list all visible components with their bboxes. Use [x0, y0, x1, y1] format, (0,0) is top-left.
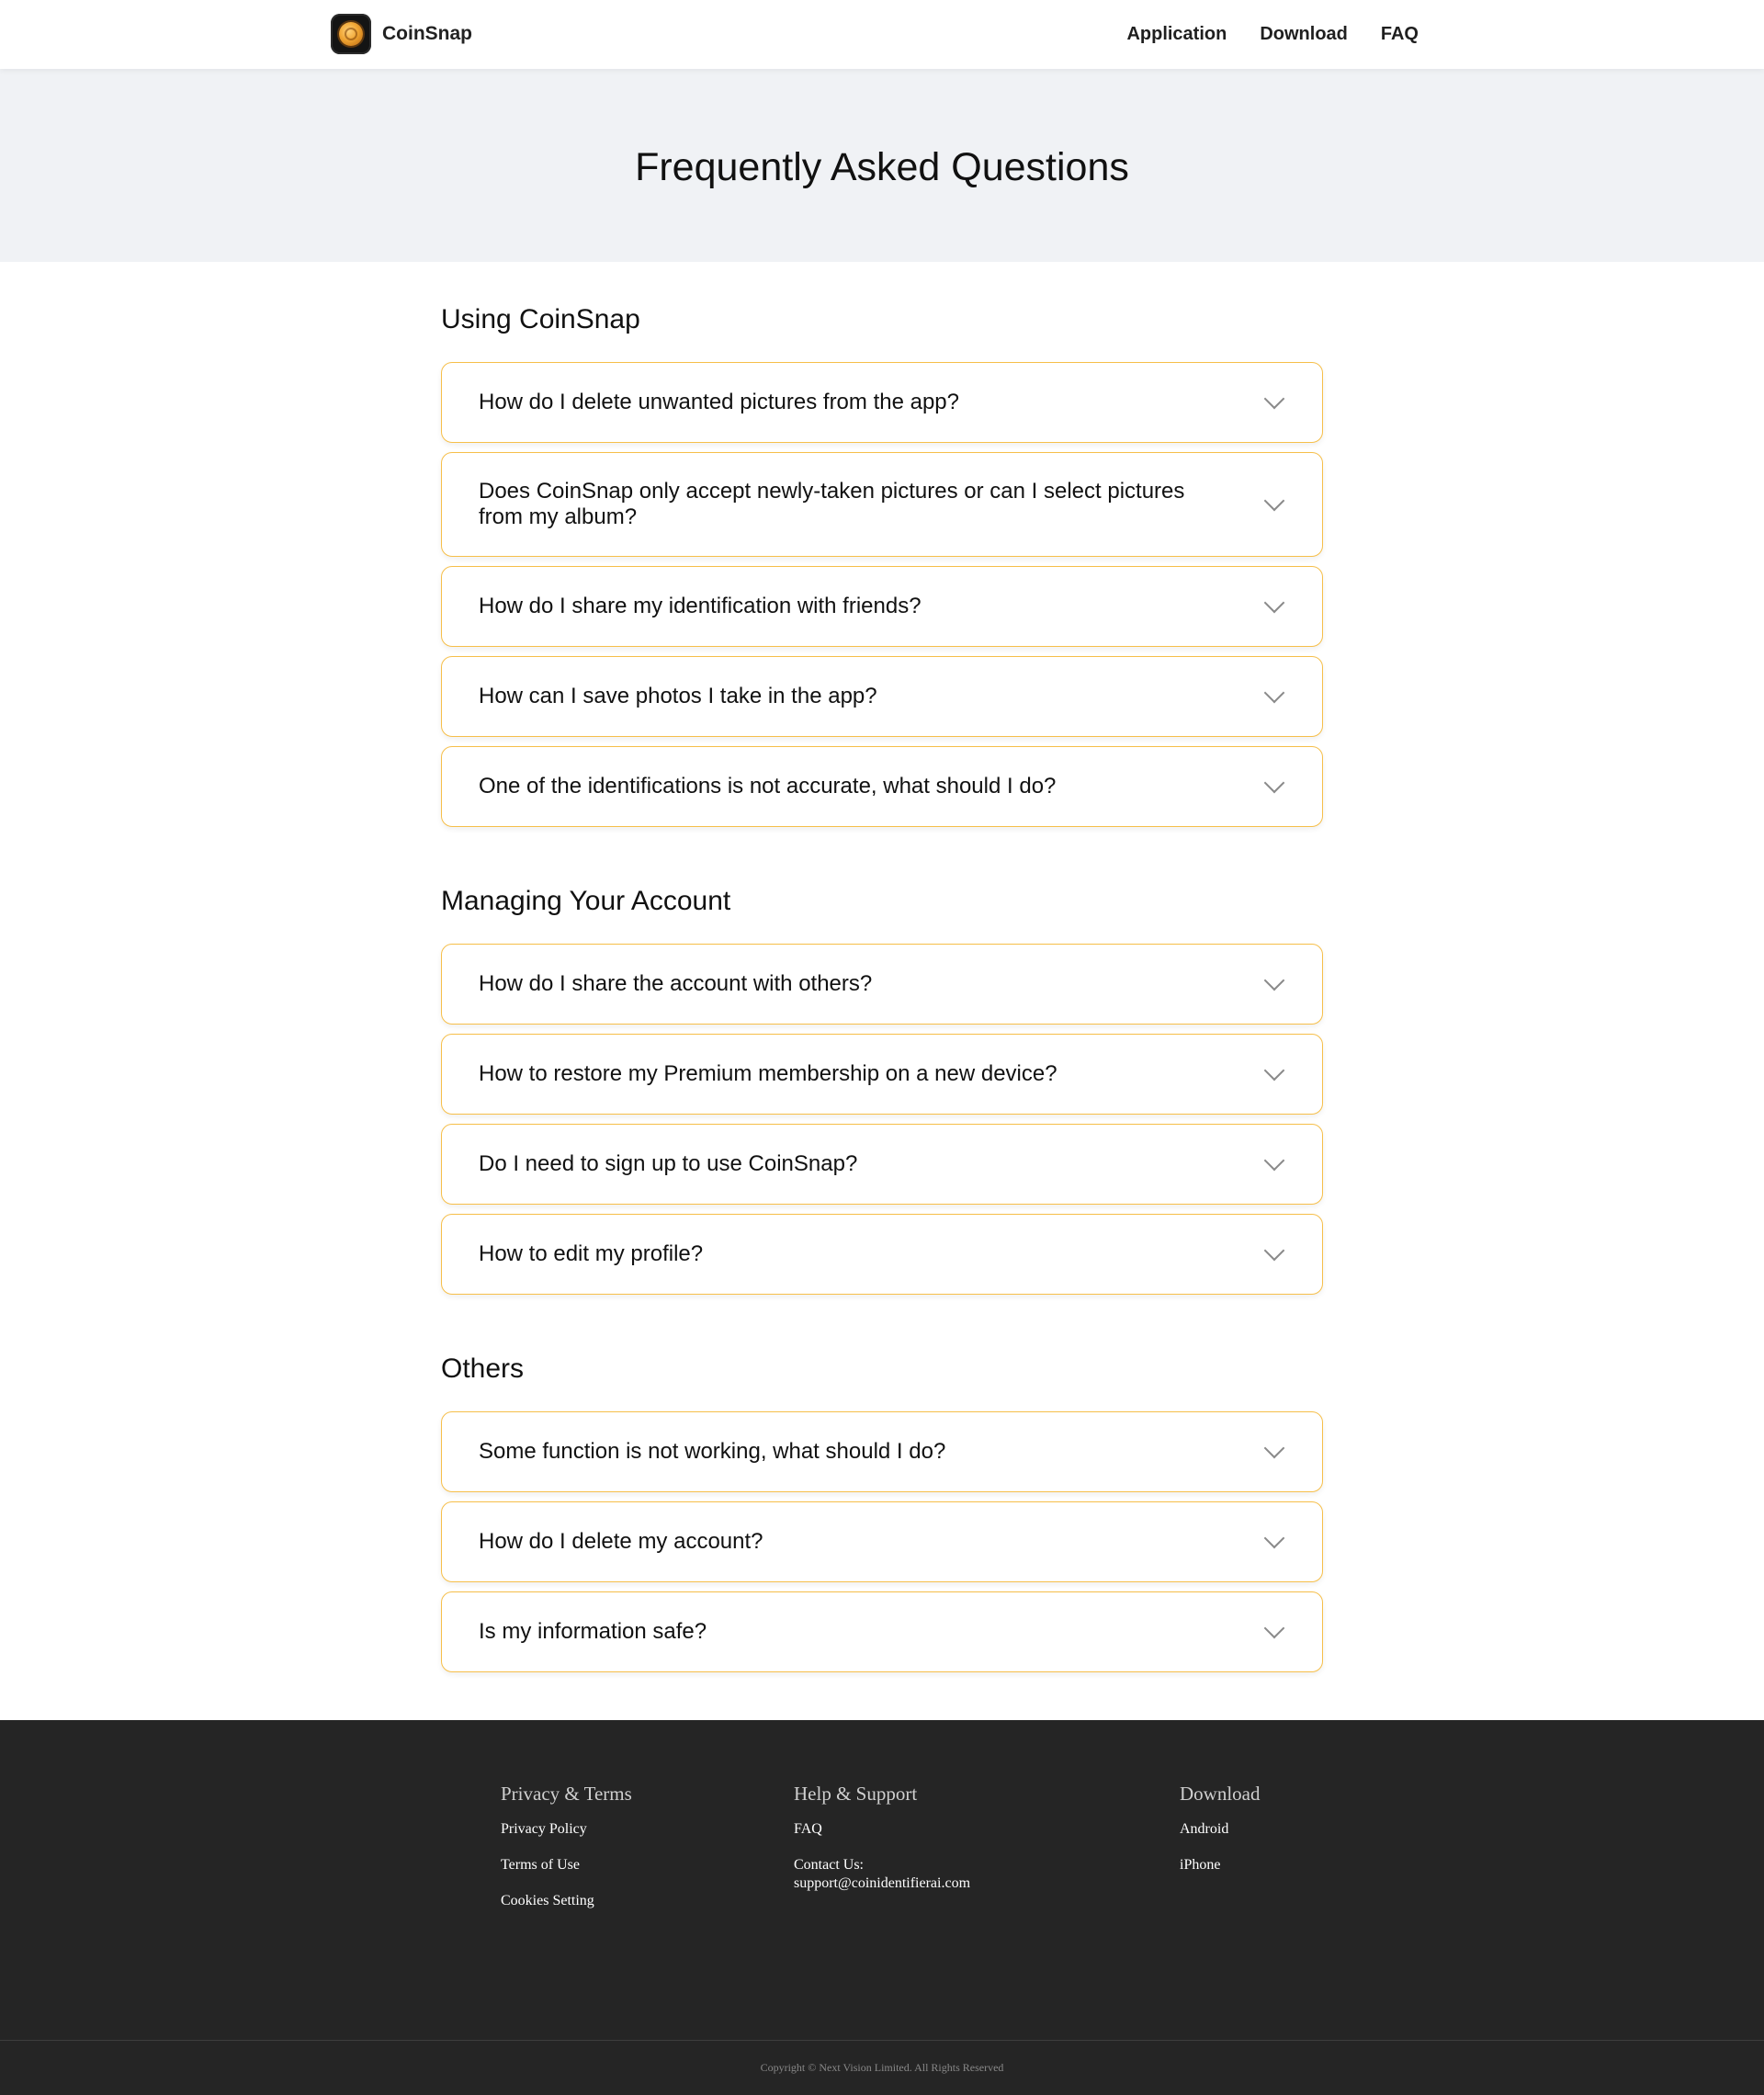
footer-link-iphone[interactable]: iPhone	[1180, 1856, 1261, 1874]
faq-item[interactable]: How do I delete my account?	[441, 1501, 1323, 1582]
coin-logo-icon	[331, 14, 371, 54]
faq-question: Some function is not working, what shoul…	[479, 1439, 946, 1464]
contact-label: Contact Us:	[794, 1857, 864, 1873]
faq-question: Do I need to sign up to use CoinSnap?	[479, 1151, 858, 1176]
faq-item[interactable]: Do I need to sign up to use CoinSnap?	[441, 1124, 1323, 1205]
chevron-down-icon[interactable]	[1263, 1240, 1285, 1262]
faq-content: Using CoinSnap How do I delete unwanted …	[441, 262, 1323, 1682]
section-title: Others	[441, 1353, 525, 1384]
section-title: Using CoinSnap	[441, 304, 640, 334]
faq-question: How do I share my identification with fr…	[479, 594, 922, 618]
chevron-down-icon[interactable]	[1263, 1437, 1285, 1459]
footer-link-faq[interactable]: FAQ	[794, 1820, 970, 1839]
faq-item[interactable]: Some function is not working, what shoul…	[441, 1411, 1323, 1492]
chevron-down-icon[interactable]	[1263, 1059, 1285, 1081]
faq-item[interactable]: Is my information safe?	[441, 1591, 1323, 1672]
faq-item[interactable]: One of the identifications is not accura…	[441, 746, 1323, 827]
faq-section-managing-account: Managing Your Account How do I share the…	[441, 836, 1323, 1295]
footer-col-download: Download Android iPhone	[1180, 1783, 1261, 1892]
brand-link[interactable]: CoinSnap	[331, 13, 472, 55]
chevron-down-icon[interactable]	[1263, 592, 1285, 614]
faq-item[interactable]: Does CoinSnap only accept newly-taken pi…	[441, 452, 1323, 557]
chevron-down-icon[interactable]	[1263, 1617, 1285, 1639]
faq-section-others: Others Some function is not working, wha…	[441, 1304, 1323, 1672]
faq-question: How do I share the account with others?	[479, 971, 873, 996]
footer-divider	[0, 2040, 1764, 2041]
nav-faq[interactable]: FAQ	[1381, 24, 1419, 45]
footer-link-android[interactable]: Android	[1180, 1820, 1261, 1839]
faq-question: How to edit my profile?	[479, 1241, 704, 1266]
copyright-text: Copyright © Next Vision Limited. All Rig…	[760, 2061, 1004, 2074]
chevron-down-icon[interactable]	[1263, 969, 1285, 991]
faq-question: Does CoinSnap only accept newly-taken pi…	[479, 479, 1185, 529]
footer-col-help: Help & Support FAQ Contact Us: support@c…	[794, 1783, 970, 1893]
faq-item[interactable]: How do I share the account with others?	[441, 944, 1323, 1025]
brand-name: CoinSnap	[382, 23, 472, 44]
faq-question: One of the identifications is not accura…	[479, 774, 1057, 798]
faq-item[interactable]: How do I delete unwanted pictures from t…	[441, 362, 1323, 443]
footer-col-title: Download	[1180, 1783, 1261, 1805]
faq-item[interactable]: How can I save photos I take in the app?	[441, 656, 1323, 737]
chevron-down-icon[interactable]	[1263, 682, 1285, 704]
chevron-down-icon[interactable]	[1263, 1149, 1285, 1172]
nav-download[interactable]: Download	[1260, 24, 1348, 45]
footer-contact-us[interactable]: Contact Us: support@coinidentifierai.com	[794, 1856, 970, 1893]
main-nav: Application Download FAQ	[1126, 0, 1419, 69]
footer-col-title: Help & Support	[794, 1783, 918, 1805]
footer-link-terms-of-use[interactable]: Terms of Use	[501, 1856, 632, 1874]
faq-item[interactable]: How to edit my profile?	[441, 1214, 1323, 1295]
footer-link-privacy-policy[interactable]: Privacy Policy	[501, 1820, 632, 1839]
faq-section-using-coinsnap: Using CoinSnap How do I delete unwanted …	[441, 262, 1323, 827]
chevron-down-icon[interactable]	[1263, 772, 1285, 794]
chevron-down-icon[interactable]	[1263, 1527, 1285, 1549]
faq-question: How to restore my Premium membership on …	[479, 1061, 1057, 1086]
faq-item[interactable]: How to restore my Premium membership on …	[441, 1034, 1323, 1115]
faq-question: How can I save photos I take in the app?	[479, 684, 877, 708]
nav-application[interactable]: Application	[1126, 24, 1227, 45]
footer-col-privacy: Privacy & Terms Privacy Policy Terms of …	[501, 1783, 632, 1928]
faq-item[interactable]: How do I share my identification with fr…	[441, 566, 1323, 647]
chevron-down-icon[interactable]	[1263, 388, 1285, 410]
faq-question: How do I delete unwanted pictures from t…	[479, 390, 959, 414]
page-title: Frequently Asked Questions	[635, 144, 1129, 189]
footer-col-title: Privacy & Terms	[501, 1783, 632, 1805]
section-title: Managing Your Account	[441, 886, 731, 916]
site-footer: Privacy & Terms Privacy Policy Terms of …	[0, 1720, 1764, 2095]
hero-banner: Frequently Asked Questions	[0, 69, 1764, 262]
contact-email: support@coinidentifierai.com	[794, 1875, 971, 1891]
footer-link-cookies-setting[interactable]: Cookies Setting	[501, 1892, 632, 1910]
chevron-down-icon[interactable]	[1263, 490, 1285, 512]
faq-question: How do I delete my account?	[479, 1529, 763, 1554]
site-header: CoinSnap Application Download FAQ	[0, 0, 1764, 69]
faq-question: Is my information safe?	[479, 1619, 707, 1644]
